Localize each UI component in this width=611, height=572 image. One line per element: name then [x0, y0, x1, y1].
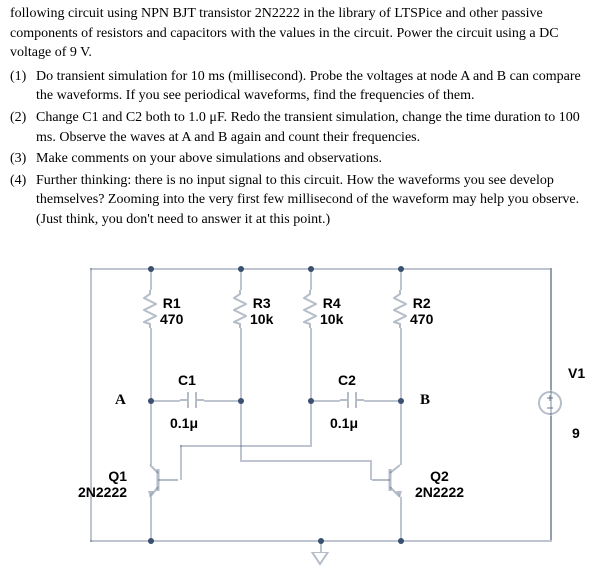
label-name: C1	[178, 372, 196, 388]
label-name: R3	[253, 295, 271, 311]
wire	[240, 460, 370, 462]
question-text: Make comments on your above simulations …	[36, 149, 601, 169]
question-text: Do transient simulation for 10 ms (milli…	[36, 67, 601, 106]
label-R1: R1 470	[160, 295, 183, 329]
label-name: C2	[338, 372, 356, 388]
resistor-R2	[393, 290, 407, 328]
label-C1: C1	[178, 372, 196, 389]
node-dot	[308, 266, 314, 272]
node-dot	[238, 266, 244, 272]
label-value: 9	[572, 425, 580, 441]
label-C2-value: 0.1μ	[330, 415, 358, 432]
resistor-R4	[303, 290, 317, 328]
label-name: R1	[163, 295, 181, 311]
wire	[150, 400, 180, 402]
question-2: (2) Change C1 and C2 both to 1.0 μF. Red…	[10, 108, 601, 147]
node-dot	[398, 266, 404, 272]
ground-icon	[310, 552, 330, 568]
voltage-source-V1	[537, 390, 563, 416]
question-text: Further thinking: there is no input sign…	[36, 171, 601, 230]
question-3: (3) Make comments on your above simulati…	[10, 149, 601, 169]
capacitor-C2	[340, 390, 364, 410]
label-R3: R3 10k	[250, 295, 273, 329]
wire	[180, 445, 312, 447]
label-value: 470	[160, 311, 183, 327]
wire	[150, 400, 152, 465]
wire	[550, 268, 552, 390]
capacitor-C1	[180, 390, 204, 410]
node-dot	[308, 398, 314, 404]
resistor-R3	[233, 290, 247, 328]
wire	[90, 268, 550, 270]
wire	[204, 400, 240, 402]
question-number: (4)	[10, 171, 36, 230]
label-name: V1	[568, 365, 585, 381]
label-value: 470	[410, 311, 433, 327]
wire	[180, 445, 182, 480]
node-dot	[238, 398, 244, 404]
wire	[400, 400, 402, 465]
question-1: (1) Do transient simulation for 10 ms (m…	[10, 67, 601, 106]
transistor-Q2	[372, 463, 402, 499]
label-value: 10k	[320, 311, 343, 327]
intro-text: following circuit using NPN BJT transist…	[10, 4, 601, 63]
label-V1: V1	[568, 365, 585, 382]
node-B: B	[420, 390, 430, 411]
transistor-Q1	[138, 463, 168, 499]
wire	[310, 400, 340, 402]
label-name: R2	[413, 295, 431, 311]
wire	[150, 497, 152, 540]
resistor-R1	[143, 290, 157, 328]
node-A: A	[115, 390, 126, 411]
question-4: (4) Further thinking: there is no input …	[10, 171, 601, 230]
wire	[240, 400, 242, 460]
label-V1-value: 9	[572, 425, 580, 442]
label-R4: R4 10k	[320, 295, 343, 329]
label-R2: R2 470	[410, 295, 433, 329]
wire	[240, 328, 242, 400]
label-value: 0.1μ	[330, 415, 358, 431]
wire	[310, 328, 312, 400]
label-Q2: Q2 2N2222	[415, 468, 464, 502]
label-C1-value: 0.1μ	[170, 415, 198, 432]
node-dot	[148, 398, 154, 404]
question-list: (1) Do transient simulation for 10 ms (m…	[10, 67, 601, 230]
label-value: 2N2222	[415, 484, 464, 500]
wire	[364, 400, 400, 402]
label-name: R4	[323, 295, 341, 311]
question-number: (2)	[10, 108, 36, 147]
label-value: 2N2222	[78, 484, 127, 500]
wire	[310, 400, 312, 445]
node-dot	[148, 266, 154, 272]
question-text: Change C1 and C2 both to 1.0 μF. Redo th…	[36, 108, 601, 147]
question-number: (3)	[10, 149, 36, 169]
label-value: 10k	[250, 311, 273, 327]
node-dot	[398, 398, 404, 404]
label-name: Q2	[430, 468, 449, 484]
label-value: 0.1μ	[170, 415, 198, 431]
circuit-diagram: R1 470 R3 10k R4 10k R2 470 C1 0.1μ C2 0…	[20, 250, 590, 570]
question-number: (1)	[10, 67, 36, 106]
wire	[400, 328, 402, 400]
wire	[550, 416, 552, 540]
label-Q1: Q1 2N2222	[78, 468, 127, 502]
wire	[400, 497, 402, 540]
wire	[150, 328, 152, 400]
label-name: Q1	[108, 468, 127, 484]
label-C2: C2	[338, 372, 356, 389]
